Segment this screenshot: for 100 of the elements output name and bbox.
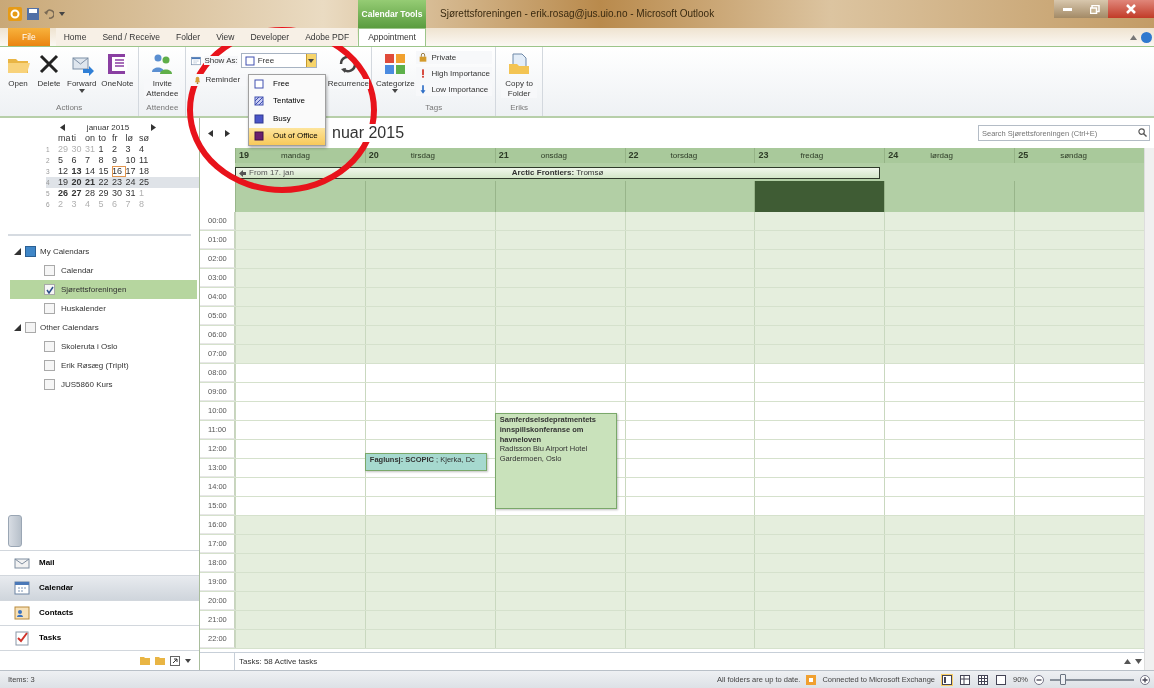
date[interactable]: 20: [71, 177, 85, 188]
day-header[interactable]: 24 lørdag: [884, 148, 1015, 163]
caret-up-icon[interactable]: [1124, 659, 1131, 664]
date[interactable]: 25: [139, 177, 153, 188]
calendar-item[interactable]: Calendar: [10, 261, 197, 280]
menu-item[interactable]: Busy: [249, 110, 325, 128]
show-as-dropdown[interactable]: Free: [240, 53, 317, 68]
view-button[interactable]: [941, 673, 953, 686]
ribbon-button[interactable]: Copy to Folder: [499, 49, 540, 103]
date[interactable]: 2: [112, 144, 126, 155]
menu-item[interactable]: Free: [249, 75, 325, 93]
ribbon-tab[interactable]: Send / Receive: [94, 28, 169, 46]
ribbon-button[interactable]: OneNote: [99, 49, 136, 103]
calendar-item[interactable]: Skoleruta i Oslo: [10, 337, 197, 356]
zoom-in-button[interactable]: [1140, 674, 1150, 685]
ribbon-tab[interactable]: Folder: [168, 28, 209, 46]
menu-item[interactable]: Out of Office: [249, 127, 325, 145]
date[interactable]: 14: [85, 166, 99, 177]
date[interactable]: 12: [58, 166, 72, 177]
date[interactable]: 15: [98, 166, 112, 177]
date[interactable]: 21: [85, 177, 99, 188]
date[interactable]: 16: [112, 166, 126, 177]
date[interactable]: 26: [58, 188, 72, 199]
date[interactable]: 28: [85, 188, 99, 199]
date[interactable]: 29: [98, 188, 112, 199]
checkbox[interactable]: [44, 303, 55, 314]
ribbon-button[interactable]: Delete: [34, 49, 64, 103]
view-button[interactable]: [977, 673, 989, 686]
dropdown-button[interactable]: [305, 54, 316, 67]
day-header[interactable]: 23 fredag: [754, 148, 885, 163]
checkbox[interactable]: [44, 360, 55, 371]
calendar-item[interactable]: Sjørettsforeningen: [10, 280, 197, 299]
calendar-group[interactable]: My Calendars: [0, 242, 199, 261]
date[interactable]: 5: [58, 155, 72, 166]
expand-handle[interactable]: [8, 515, 22, 547]
ribbon-tab[interactable]: Adobe PDF: [297, 28, 358, 46]
date[interactable]: 17: [125, 166, 139, 177]
checkbox[interactable]: [44, 265, 55, 276]
date[interactable]: 13: [71, 166, 85, 177]
date[interactable]: 23: [112, 177, 126, 188]
menu-item[interactable]: Tentative: [249, 92, 325, 110]
date[interactable]: 10: [125, 155, 139, 166]
ribbon-button[interactable]: Low Importance: [416, 83, 493, 96]
ribbon-button[interactable]: Open: [3, 49, 33, 103]
all-day-event[interactable]: From 17. jan Arctic Frontiers: Tromsø: [235, 167, 881, 179]
collapse-ribbon-icon[interactable]: [1130, 34, 1137, 40]
ribbon-button[interactable]: Recurrence: [328, 49, 369, 103]
date[interactable]: 9: [112, 155, 126, 166]
caret-down-icon[interactable]: [1135, 659, 1142, 664]
ribbon-tab[interactable]: Developer: [242, 28, 298, 46]
calendar-item[interactable]: Huskalender: [10, 299, 197, 318]
calendar-group[interactable]: Other Calendars: [0, 318, 199, 337]
ribbon-button[interactable]: Private: [416, 51, 493, 64]
day-header[interactable]: 20 tirsdag: [364, 148, 495, 163]
date[interactable]: 1: [98, 144, 112, 155]
calendar-item[interactable]: Erik Røsæg (TripIt): [10, 356, 197, 375]
day-header[interactable]: 25 søndag: [1014, 148, 1144, 163]
checkbox[interactable]: [44, 341, 55, 352]
view-button[interactable]: [959, 673, 971, 686]
calendar-item[interactable]: JUS5860 Kurs: [10, 375, 197, 394]
ribbon-button[interactable]: Forward: [65, 49, 99, 103]
save-icon[interactable]: [27, 8, 39, 20]
day-header[interactable]: 21 onsdag: [494, 148, 625, 163]
ribbon-tab[interactable]: View: [208, 28, 243, 46]
ribbon-button[interactable]: Categorize: [375, 49, 416, 103]
minimize-button[interactable]: [1054, 0, 1081, 18]
date[interactable]: 24: [125, 177, 139, 188]
zoom-out-button[interactable]: [1034, 674, 1044, 685]
view-button[interactable]: [995, 673, 1007, 686]
date[interactable]: 3: [125, 144, 139, 155]
checkbox[interactable]: [44, 284, 55, 295]
close-button[interactable]: [1108, 0, 1154, 18]
date[interactable]: 7: [85, 155, 99, 166]
date[interactable]: 31: [125, 188, 139, 199]
date[interactable]: 27: [71, 188, 85, 199]
restore-button[interactable]: [1081, 0, 1108, 18]
scrollbar[interactable]: [1144, 148, 1154, 670]
date[interactable]: 8: [98, 155, 112, 166]
date[interactable]: 11: [139, 155, 153, 166]
undo-icon[interactable]: [44, 9, 54, 19]
previous-month-icon[interactable]: [60, 124, 65, 131]
ribbon-button[interactable]: Invite Attendee: [142, 49, 183, 103]
next-month-icon[interactable]: [151, 124, 156, 131]
ribbon-tab[interactable]: Appointment: [358, 28, 426, 46]
next-icon[interactable]: [225, 129, 230, 137]
slider-thumb[interactable]: [1059, 673, 1066, 685]
previous-icon[interactable]: [208, 129, 213, 137]
date[interactable]: 18: [139, 166, 153, 177]
date[interactable]: 22: [98, 177, 112, 188]
ribbon-tab[interactable]: Home: [55, 28, 95, 46]
shortcut-icon[interactable]: [170, 655, 180, 666]
date[interactable]: 19: [58, 177, 72, 188]
checkbox[interactable]: [44, 379, 55, 390]
day-header[interactable]: 19 mandag: [235, 148, 365, 163]
nav-button[interactable]: Calendar: [0, 575, 199, 600]
date[interactable]: 6: [71, 155, 85, 166]
day-header[interactable]: 22 torsdag: [624, 148, 755, 163]
date[interactable]: 30: [112, 188, 126, 199]
date[interactable]: 4: [139, 144, 153, 155]
help-icon[interactable]: [1141, 31, 1152, 43]
